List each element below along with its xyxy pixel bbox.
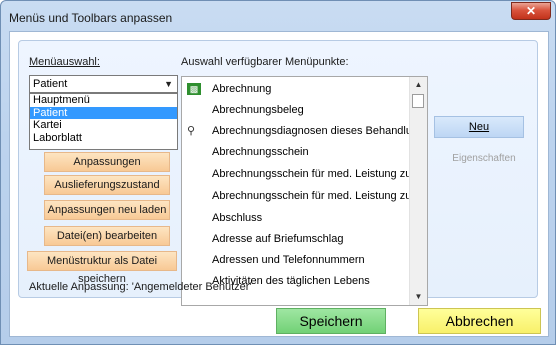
- list-item[interactable]: ⚲ Abrechnungsdiagnosen dieses Behandlur: [182, 121, 411, 141]
- list-item[interactable]: Abrechnungsschein für med. Leistung zu: [182, 164, 411, 184]
- list-item-label: Abrechnungsdiagnosen dieses Behandlur: [212, 125, 411, 137]
- close-button[interactable]: ✕: [511, 2, 551, 20]
- list-item[interactable]: ▩ Abrechnung: [182, 79, 411, 99]
- list-item[interactable]: Abrechnungsschein: [182, 142, 411, 162]
- new-button-label: Neu: [468, 121, 490, 133]
- save-button[interactable]: Speichern: [276, 308, 386, 334]
- list-scrollbar[interactable]: ▲ ▼: [409, 77, 427, 305]
- list-item-label: Abrechnungsschein für med. Leistung zu: [212, 168, 411, 180]
- combo-value: Patient: [33, 78, 68, 90]
- menu-select-label: Menüauswahl:: [29, 56, 100, 68]
- list-item[interactable]: Abschluss: [182, 208, 411, 228]
- delivery-state-button[interactable]: Auslieferungszustand: [44, 175, 170, 195]
- dropdown-option[interactable]: Hauptmenü: [30, 94, 177, 107]
- list-item-label: Adresse auf Briefumschlag: [212, 233, 344, 245]
- dropdown-option-selected[interactable]: Patient: [30, 106, 177, 119]
- invoice-icon: ▩: [187, 83, 201, 95]
- list-item[interactable]: Adressen und Telefonnummern: [182, 250, 411, 270]
- reload-customizations-button[interactable]: Anpassungen neu laden: [44, 200, 170, 220]
- list-item-label: Adressen und Telefonnummern: [212, 254, 365, 266]
- scroll-up-icon[interactable]: ▲: [410, 77, 427, 93]
- current-customization-status: Aktuelle Anpassung: 'Angemeldeter Benutz…: [29, 281, 252, 293]
- new-button[interactable]: Neu: [434, 116, 524, 138]
- list-item[interactable]: Adresse auf Briefumschlag: [182, 229, 411, 249]
- close-icon: ✕: [525, 4, 537, 18]
- edit-files-button[interactable]: Datei(en) bearbeiten: [44, 226, 170, 246]
- menu-select-dropdown: Hauptmenü Patient Kartei Laborblatt: [29, 93, 178, 150]
- dialog-client-area: Menüauswahl: Auswahl verfügbarer Menüpun…: [9, 31, 549, 337]
- export-customizations-button[interactable]: Anpassungen exportieren: [44, 152, 170, 186]
- available-menu-items-list[interactable]: ▩ Abrechnung Abrechnungsbeleg ⚲ Abrechnu…: [181, 76, 428, 306]
- list-item-label: Abrechnungsschein für med. Leistung zu: [212, 190, 411, 202]
- menu-select-combobox[interactable]: Patient ▼: [29, 75, 178, 93]
- scroll-down-icon[interactable]: ▼: [410, 289, 427, 305]
- properties-button[interactable]: Eigenschaften: [444, 150, 524, 168]
- dialog-window: Menüs und Toolbars anpassen ✕ Menüauswah…: [0, 0, 556, 345]
- list-item-label: Abrechnungsbeleg: [212, 104, 304, 116]
- stethoscope-icon: ⚲: [187, 125, 196, 137]
- cancel-button[interactable]: Abbrechen: [418, 308, 541, 334]
- list-item[interactable]: Abrechnungsbeleg: [182, 100, 411, 120]
- list-item-label: Abschluss: [212, 212, 263, 224]
- scrollbar-thumb[interactable]: [412, 94, 424, 108]
- dropdown-option[interactable]: Laborblatt: [30, 132, 177, 145]
- list-item-label: Abrechnung: [212, 83, 272, 95]
- window-title: Menüs und Toolbars anpassen: [9, 11, 173, 25]
- dropdown-option[interactable]: Kartei: [30, 119, 177, 132]
- list-item[interactable]: Abrechnungsschein für med. Leistung zu: [182, 186, 411, 206]
- save-menu-structure-button[interactable]: Menüstruktur als Datei speichern: [27, 251, 177, 285]
- chevron-down-icon[interactable]: ▼: [164, 76, 173, 92]
- available-items-label: Auswahl verfügbarer Menüpunkte:: [181, 56, 349, 68]
- list-item-label: Abrechnungsschein: [212, 146, 309, 158]
